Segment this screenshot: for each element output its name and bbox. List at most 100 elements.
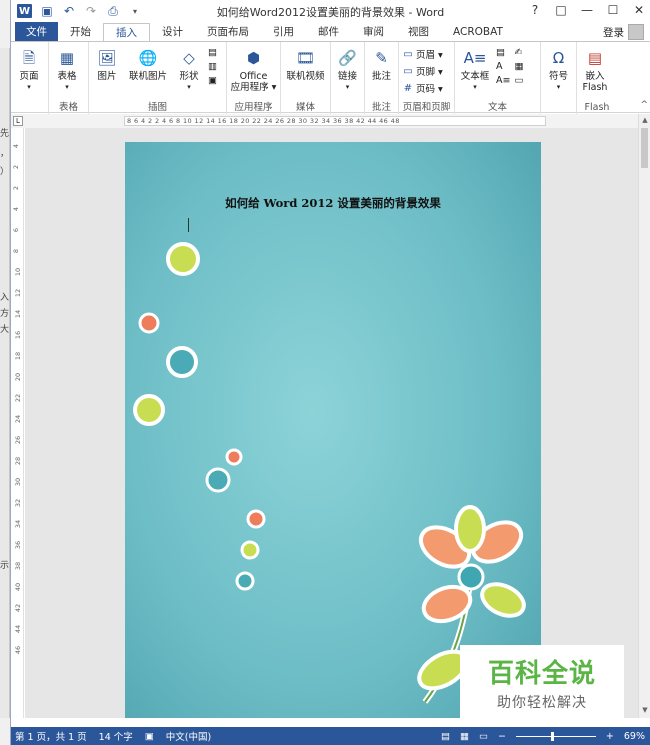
tab-references[interactable]: 引用 (261, 22, 306, 41)
tab-selector[interactable]: L (13, 116, 23, 126)
group-media: 🎞 联机视频 媒体 (281, 42, 331, 114)
tab-view[interactable]: 视图 (396, 22, 441, 41)
vertical-scrollbar[interactable]: ▲ ▼ (638, 114, 650, 718)
ruler-tick-label: 14 (14, 309, 23, 319)
tab-file[interactable]: 文件 (15, 22, 58, 41)
watermark-badge: 百科全说 助你轻松解决 (460, 645, 624, 719)
group-label-media: 媒体 (295, 102, 315, 113)
quick-parts-icon[interactable]: ▤ (496, 47, 510, 58)
tab-review[interactable]: 审阅 (351, 22, 396, 41)
close-button[interactable]: ✕ (632, 2, 646, 18)
dropdown-icon: ▾ (27, 83, 31, 91)
tab-home[interactable]: 开始 (58, 22, 103, 41)
ruler-tick-label: 12 (14, 288, 23, 298)
tab-layout[interactable]: 页面布局 (195, 22, 261, 41)
ruler-tick-label: 42 (14, 603, 23, 613)
page-number-icon: # (403, 82, 413, 94)
textbox-icon: A≡ (463, 48, 487, 67)
strip-text: 方 (0, 309, 10, 319)
links-button[interactable]: 🔗 链接 ▾ (334, 44, 361, 114)
ruler-tick-label: 18 (14, 351, 23, 361)
ruler-tick-label: 28 (14, 456, 23, 466)
header-icon: ▭ (403, 48, 413, 60)
print-layout-icon[interactable]: ▦ (460, 731, 469, 742)
zoom-level[interactable]: 69% (624, 731, 645, 742)
document-page[interactable]: 如何给 Word 2012 设置美丽的背景效果 (125, 142, 541, 718)
wordart-icon[interactable]: A (496, 61, 510, 72)
page-count[interactable]: 第 1 页，共 1 页 (15, 729, 87, 743)
web-layout-icon[interactable]: ▭ (479, 731, 488, 742)
page-number-label: 页码 ▾ (416, 84, 443, 95)
smartart-icon[interactable]: ▤ (208, 47, 217, 58)
scroll-thumb[interactable] (641, 128, 648, 168)
drop-cap-icon[interactable]: A≡ (496, 75, 510, 86)
flash-label: Flash (582, 82, 608, 93)
zoom-slider-knob[interactable] (550, 731, 554, 741)
help-button[interactable]: ? (528, 2, 542, 18)
login-link[interactable]: 登录 (603, 25, 624, 40)
symbols-button[interactable]: Ω 符号 ▾ (544, 44, 573, 114)
office-label: Office (239, 71, 268, 82)
group-pages: 🗎 页面 ▾ (11, 42, 49, 114)
word-window: W ▣ ↶ ↷ ⎙ ▾ 如何给Word2012设置美丽的背景效果 - Word … (10, 0, 650, 745)
header-button[interactable]: ▭ 页眉 ▾ (402, 47, 443, 62)
ruler-tick-label: 4 (12, 143, 21, 149)
ruler-track[interactable]: 8 6 4 2 2 4 6 8 10 12 14 16 18 20 22 24 … (124, 116, 546, 126)
title-bar: W ▣ ↶ ↷ ⎙ ▾ 如何给Word2012设置美丽的背景效果 - Word … (11, 0, 650, 22)
group-label-text: 文本 (487, 102, 507, 113)
group-label-header-footer: 页眉和页脚 (402, 102, 451, 113)
save-icon[interactable]: ▣ (40, 4, 54, 18)
shapes-label: 形状 (179, 71, 199, 82)
word-logo-icon: W (17, 4, 32, 18)
page-number-button[interactable]: # 页码 ▾ (402, 81, 443, 96)
pages-button[interactable]: 🗎 页面 ▾ (14, 44, 44, 114)
table-label: 表格 (57, 71, 77, 82)
tab-insert[interactable]: 插入 (103, 23, 150, 42)
tab-acrobat[interactable]: ACROBAT (441, 22, 515, 41)
language-status[interactable]: 中文(中国) (166, 729, 211, 743)
app-root: 先 ， ） 入 方 大 示 W ▣ ↶ ↷ ⎙ ▾ 如何给Word2012设置美… (0, 0, 650, 745)
read-mode-icon[interactable]: ▤ (441, 731, 450, 742)
date-time-icon[interactable]: ▦ (514, 61, 523, 72)
group-label-comments: 批注 (371, 102, 391, 113)
chart-icon[interactable]: ▥ (208, 61, 217, 72)
zoom-in-icon[interactable]: + (606, 731, 614, 742)
horizontal-ruler: L 8 6 4 2 2 4 6 8 10 12 14 16 18 20 22 2… (11, 114, 650, 128)
textbox-label: 文本框 (460, 71, 490, 82)
group-header-footer: ▭ 页眉 ▾ ▭ 页脚 ▾ # 页码 ▾ 页眉和页脚 (399, 42, 455, 114)
maximize-button[interactable]: ☐ (606, 2, 620, 18)
scroll-down-icon[interactable]: ▼ (640, 706, 650, 716)
minimize-button[interactable]: — (580, 2, 594, 18)
undo-icon[interactable]: ↶ (62, 4, 76, 18)
screenshot-icon[interactable]: ▣ (208, 75, 217, 86)
customize-toolbar-icon[interactable]: ▾ (128, 4, 142, 18)
online-picture-icon: 🌐 (138, 48, 158, 67)
print-preview-icon[interactable]: ⎙ (106, 4, 120, 18)
footer-button[interactable]: ▭ 页脚 ▾ (402, 64, 443, 79)
strip-text: ） (0, 167, 10, 177)
redo-icon[interactable]: ↷ (84, 4, 98, 18)
ribbon-display-button[interactable]: □ (554, 2, 568, 18)
ruler-tick-label: 20 (14, 372, 23, 382)
object-icon[interactable]: ▭ (514, 75, 523, 86)
quick-access-toolbar: W ▣ ↶ ↷ ⎙ ▾ (11, 4, 142, 18)
signature-line-icon[interactable]: ✍ (514, 47, 523, 58)
group-label-apps: 应用程序 (234, 102, 273, 113)
embed-label: 嵌入 (585, 71, 605, 82)
document-heading[interactable]: 如何给 Word 2012 设置美丽的背景效果 (125, 195, 541, 211)
tab-mailings[interactable]: 邮件 (306, 22, 351, 41)
zoom-slider[interactable] (515, 731, 596, 741)
scroll-up-icon[interactable]: ▲ (640, 116, 650, 126)
word-count[interactable]: 14 个字 (99, 729, 133, 743)
proofing-icon[interactable]: ▣ (145, 731, 154, 742)
ruler-tick-label: 38 (14, 561, 23, 571)
ruler-tick-label: 40 (14, 582, 23, 592)
zoom-out-icon[interactable]: − (498, 731, 506, 742)
group-label-illustrations: 插图 (147, 102, 167, 113)
tab-design[interactable]: 设计 (150, 22, 195, 41)
avatar[interactable] (628, 24, 644, 40)
watermark-title: 百科全说 (487, 658, 596, 689)
group-links: 🔗 链接 ▾ (331, 42, 365, 114)
login-area: 登录 (603, 24, 644, 40)
collapse-ribbon-icon[interactable]: ^ (640, 100, 648, 110)
